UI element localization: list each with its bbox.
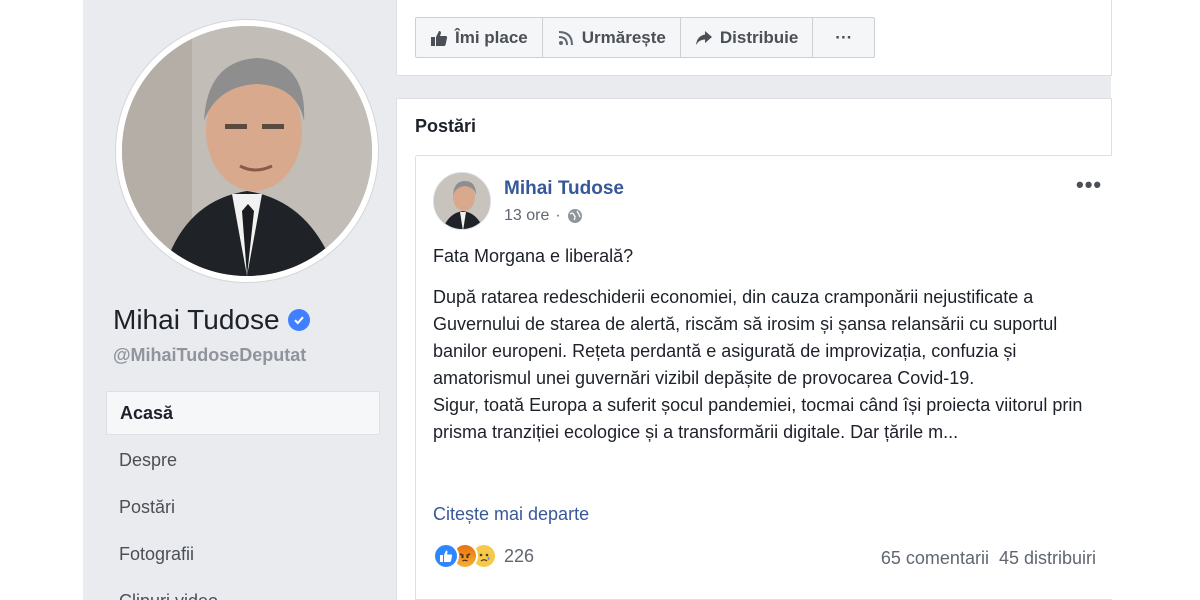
nav-item-about[interactable]: Despre [106,438,380,485]
avatar-photo-illustration [434,173,490,229]
more-options-button[interactable]: ··· [812,17,876,58]
profile-photo-illustration [122,26,372,276]
post-paragraph-1: După ratarea redeschiderii economiei, di… [433,287,1058,388]
nav-item-posts[interactable]: Postări [106,485,380,532]
reaction-count: 226 [504,545,535,566]
share-button[interactable]: Distribuie [679,17,814,58]
post-author-avatar[interactable] [433,172,491,230]
page-name-text: Mihai Tudose [113,304,280,335]
rss-icon [558,30,573,45]
page-nav: Acasă Despre Postări Fotografii Clipuri … [106,391,380,600]
like-reaction-icon [433,543,459,569]
meta-separator: · [555,207,561,224]
share-arrow-icon [695,30,712,45]
thumbs-up-icon [431,30,448,46]
globe-icon [567,209,582,223]
post-reactions[interactable]: 226 [433,543,534,569]
more-options-icon: ··· [835,27,853,47]
post-timestamp[interactable]: 13 ore [504,207,549,225]
page-actions: Îmi place Urmărește Distribuie ··· [415,17,876,58]
like-label: Îmi place [455,27,528,47]
nav-item-videos[interactable]: Clipuri video [106,579,380,600]
follow-button[interactable]: Urmărește [541,17,681,58]
comments-count-link[interactable]: 65 comentarii [881,548,989,569]
post-meta: 13 ore · [504,207,583,225]
read-more-link[interactable]: Citește mai departe [433,504,589,525]
post-options-icon[interactable]: ••• [1076,172,1102,198]
post-paragraph-2: Sigur, toată Europa a suferit șocul pand… [433,395,1083,442]
page-handle[interactable]: @MihaiTudoseDeputat [113,345,306,366]
posts-section-title: Postări [415,116,477,136]
shares-count-link[interactable]: 45 distribuiri [999,548,1096,569]
like-button[interactable]: Îmi place [415,17,543,58]
follow-label: Urmărește [581,27,666,47]
post-headline: Fata Morgana e liberală? [433,246,634,266]
verified-badge-icon [287,309,310,331]
nav-item-photos[interactable]: Fotografii [106,532,380,579]
post-stats: 65 comentarii 45 distribuiri [881,548,1096,569]
post-body: După ratarea redeschiderii economiei, di… [433,284,1093,446]
share-label: Distribuie [719,27,799,47]
post-author-name[interactable]: Mihai Tudose [504,178,624,200]
page-title: Mihai Tudose [113,304,310,336]
profile-picture[interactable] [116,20,378,282]
nav-item-home[interactable]: Acasă [106,391,380,435]
